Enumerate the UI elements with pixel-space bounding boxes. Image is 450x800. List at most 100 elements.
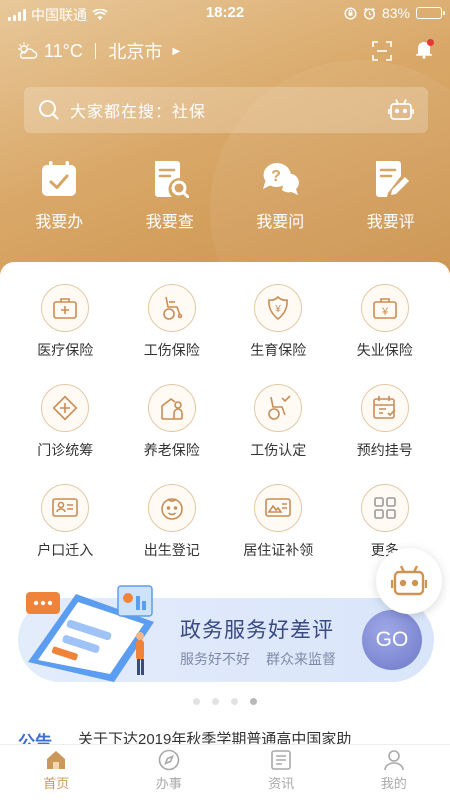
- service-label: 生育保险: [250, 342, 307, 358]
- status-right: 83%: [344, 5, 445, 21]
- calendar-check-icon: [42, 161, 77, 196]
- service-label: 养老保险: [143, 442, 200, 458]
- weather-location[interactable]: 11°C 北京市 ▶: [16, 38, 180, 64]
- banner-title: 政务服务好差评: [180, 619, 334, 642]
- search-placeholder: 大家都在搜：社保: [70, 104, 207, 121]
- service-label: 出生登记: [143, 542, 200, 558]
- svg-text:¥: ¥: [381, 306, 389, 318]
- document-search-icon: [154, 161, 189, 198]
- service-icon-wrap: [254, 484, 303, 532]
- notice-text: 关于下达2019年秋季学期普通高中国家助: [78, 731, 352, 744]
- service-icon-wrap: [41, 484, 90, 532]
- service-icon-wrap: [41, 284, 90, 332]
- robot-icon: [391, 565, 427, 596]
- carousel-indicator: [0, 698, 450, 705]
- service-icon-wrap: [360, 384, 409, 432]
- assistant-fab[interactable]: [376, 548, 442, 614]
- services-card: 医疗保险 工伤保险 ¥ 生育保险 ¥ 失业保险 门诊统筹 养老保险 工伤认定 预…: [0, 262, 450, 800]
- banner-subtitle-right: 群众来监督: [266, 651, 336, 667]
- quick-action-rate[interactable]: 我要评: [341, 160, 441, 232]
- search-icon: [39, 100, 59, 120]
- service-medical-insurance[interactable]: 医疗保险: [12, 284, 119, 360]
- quick-action-handle[interactable]: 我要办: [9, 160, 109, 232]
- service-icon-wrap: [147, 284, 196, 332]
- header: 11°C 北京市 ▶: [16, 34, 434, 68]
- service-icon-wrap: [360, 484, 409, 532]
- home-icon: [47, 751, 66, 769]
- service-label: 工伤保险: [143, 342, 200, 358]
- medical-kit-icon: [53, 298, 78, 319]
- baby-face-icon: [160, 498, 183, 520]
- svg-text:¥: ¥: [274, 304, 281, 315]
- robot-assistant-icon[interactable]: [388, 98, 414, 122]
- tab-profile[interactable]: 我的: [354, 745, 434, 800]
- tab-label: 办事: [155, 776, 182, 791]
- service-label: 居住证补领: [243, 542, 314, 558]
- quick-action-label: 我要评: [366, 214, 415, 231]
- notification-bell[interactable]: [414, 38, 434, 64]
- notification-badge: [427, 38, 434, 46]
- carousel-dot[interactable]: [231, 698, 238, 705]
- service-label: 预约挂号: [356, 442, 413, 458]
- tab-news[interactable]: 资讯: [241, 745, 321, 800]
- header-divider: [94, 43, 97, 59]
- clinic-cross-icon: [52, 395, 78, 421]
- appointment-calendar-icon: [372, 396, 396, 419]
- service-injury-certification[interactable]: 工伤认定: [225, 384, 332, 460]
- service-icon-wrap: ¥: [254, 284, 303, 332]
- service-label: 医疗保险: [37, 342, 94, 358]
- cloudy-sun-icon: [18, 42, 38, 59]
- service-birth-registration[interactable]: 出生登记: [119, 484, 226, 560]
- scan-icon[interactable]: [372, 41, 392, 61]
- carousel-dot[interactable]: [193, 698, 200, 705]
- wheelchair-icon: [162, 296, 183, 320]
- more-grid-icon: [373, 497, 396, 519]
- city-name: 北京市: [108, 42, 163, 62]
- residence-card-icon: [265, 498, 292, 517]
- status-bar: 中国联通 18:22 83%: [0, 0, 450, 26]
- header-actions: [372, 38, 434, 64]
- maternity-shield-icon: ¥: [268, 295, 289, 321]
- service-pension-insurance[interactable]: 养老保险: [119, 384, 226, 460]
- quick-action-query[interactable]: 我要查: [120, 160, 220, 232]
- tab-label: 我的: [380, 776, 407, 791]
- carousel-dot[interactable]: [250, 698, 257, 705]
- orientation-lock-icon: [344, 6, 357, 20]
- banner-subtitle-left: 服务好不好: [180, 651, 250, 667]
- banner-illustration: [26, 585, 154, 682]
- quick-action-label: 我要问: [256, 214, 305, 231]
- compass-icon: [158, 749, 180, 771]
- caret-right-icon: ▶: [172, 45, 181, 57]
- service-residence-permit-reissue[interactable]: 居住证补领: [225, 484, 332, 560]
- tab-home[interactable]: 首页: [16, 745, 96, 800]
- tab-services[interactable]: 办事: [129, 745, 209, 800]
- service-icon-wrap: ¥: [360, 284, 409, 332]
- notice-bar[interactable]: 公告 关于下达2019年秋季学期普通高中国家助: [18, 728, 450, 744]
- notice-tag: 公告: [18, 733, 52, 744]
- quick-action-label: 我要办: [35, 214, 84, 231]
- household-card-icon: [52, 498, 79, 517]
- question-chat-icon: ?: [263, 162, 300, 195]
- search-bar[interactable]: 大家都在搜：社保: [24, 87, 428, 133]
- service-label: 门诊统筹: [37, 442, 94, 458]
- service-household-registration[interactable]: 户口迁入: [12, 484, 119, 560]
- quick-actions: 我要办 我要查 ? 我要问 我要评: [0, 160, 450, 232]
- go-button[interactable]: GO: [362, 610, 422, 670]
- carousel-dot[interactable]: [212, 698, 219, 705]
- service-appointment-registration[interactable]: 预约挂号: [332, 384, 439, 460]
- news-icon: [271, 750, 292, 770]
- service-label: 户口迁入: [37, 542, 94, 558]
- injury-cert-icon: [268, 395, 291, 420]
- quick-action-label: 我要查: [145, 214, 194, 231]
- service-more[interactable]: 更多: [332, 484, 439, 560]
- battery-percent: 83%: [381, 5, 410, 21]
- service-unemployment-insurance[interactable]: ¥ 失业保险: [332, 284, 439, 360]
- service-maternity-insurance[interactable]: ¥ 生育保险: [225, 284, 332, 360]
- svg-text:?: ?: [271, 168, 281, 185]
- service-work-injury-insurance[interactable]: 工伤保险: [119, 284, 226, 360]
- service-outpatient-pooling[interactable]: 门诊统筹: [12, 384, 119, 460]
- quick-action-ask[interactable]: ? 我要问: [230, 160, 330, 232]
- battery-icon: [416, 7, 445, 19]
- user-icon: [383, 750, 404, 771]
- briefcase-yuan-icon: ¥: [372, 298, 397, 319]
